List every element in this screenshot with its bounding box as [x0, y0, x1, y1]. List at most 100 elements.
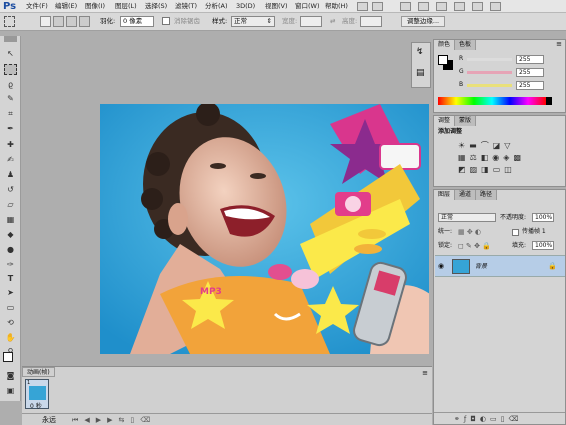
- new-selection-icon[interactable]: [40, 16, 51, 27]
- vibrance-icon[interactable]: ▽: [504, 141, 514, 150]
- tab-channels[interactable]: 通道: [455, 190, 477, 200]
- path-selection-icon[interactable]: ➤: [4, 287, 17, 298]
- clone-stamp-icon[interactable]: ♟: [4, 169, 17, 180]
- menu-edit[interactable]: 编辑(E): [55, 2, 77, 11]
- menu-analysis[interactable]: 分析(A): [205, 2, 228, 11]
- screen-mode-icon[interactable]: [490, 2, 501, 11]
- selective-color-icon[interactable]: ◫: [504, 165, 516, 174]
- history-brush-icon[interactable]: ↺: [4, 184, 17, 195]
- document-canvas[interactable]: MP3: [100, 104, 429, 354]
- zoom-level-icon[interactable]: [400, 2, 411, 11]
- width-input[interactable]: [300, 16, 322, 27]
- delete-layer-icon[interactable]: ⌫: [508, 415, 522, 423]
- healing-brush-icon[interactable]: ✚: [4, 139, 17, 150]
- tween-icon[interactable]: ⇆: [118, 416, 130, 424]
- menu-view[interactable]: 视图(V): [265, 2, 288, 11]
- tab-adjustments[interactable]: 调整: [434, 116, 456, 126]
- history-panel-icon[interactable]: ↯: [416, 47, 424, 57]
- first-frame-icon[interactable]: ⏮: [72, 416, 84, 424]
- foreground-color-swatch[interactable]: [3, 352, 13, 362]
- brightness-icon[interactable]: ☀: [458, 141, 469, 150]
- menu-layer[interactable]: 图层(L): [115, 2, 137, 11]
- unify-icons[interactable]: ▦ ✥ ◐: [458, 228, 488, 236]
- shape-tool-icon[interactable]: ▭: [4, 302, 17, 313]
- threshold-icon[interactable]: ◨: [481, 165, 493, 174]
- blend-mode-select[interactable]: 正常: [438, 213, 496, 222]
- menu-image[interactable]: 图像(I): [85, 2, 105, 11]
- curves-icon[interactable]: ⌒: [481, 141, 493, 150]
- color-balance-icon[interactable]: ⚖: [470, 153, 481, 162]
- invert-icon[interactable]: ◩: [458, 165, 470, 174]
- menu-3d[interactable]: 3D(D): [236, 2, 255, 11]
- tab-animation[interactable]: 动画(帧): [22, 367, 55, 377]
- channel-b-slider[interactable]: [467, 84, 512, 87]
- visibility-eye-icon[interactable]: ◉: [438, 262, 444, 270]
- loop-select[interactable]: 永远: [42, 414, 56, 425]
- eyedropper-icon[interactable]: ✒: [4, 123, 17, 134]
- style-select[interactable]: 正常 ⇕: [231, 16, 275, 27]
- new-group-icon[interactable]: ▭: [490, 415, 501, 423]
- layer-row[interactable]: ◉ 背景 🔒: [435, 255, 565, 277]
- minibridge-icon[interactable]: [372, 2, 383, 11]
- hue-sat-icon[interactable]: ▦: [458, 153, 470, 162]
- tab-color[interactable]: 颜色: [434, 40, 456, 50]
- subtract-selection-icon[interactable]: [66, 16, 77, 27]
- crop-tool-icon[interactable]: ⌗: [4, 108, 17, 119]
- channel-g-input[interactable]: 255: [516, 68, 544, 77]
- tools-panel-grip[interactable]: [4, 36, 17, 42]
- photo-filter-icon[interactable]: ◉: [492, 153, 503, 162]
- pen-tool-icon[interactable]: ✑: [4, 259, 17, 270]
- menu-help[interactable]: 帮助(H): [325, 2, 348, 11]
- menu-select[interactable]: 选择(S): [145, 2, 167, 11]
- channel-g-slider[interactable]: [467, 71, 512, 74]
- new-adjustment-icon[interactable]: ◐: [480, 415, 490, 423]
- lasso-tool-icon[interactable]: ϱ: [4, 79, 17, 90]
- frame-1[interactable]: 1 0 秒: [25, 379, 49, 410]
- hand-tool-icon[interactable]: [418, 2, 429, 11]
- bridge-icon[interactable]: [357, 2, 368, 11]
- menu-window[interactable]: 窗口(W): [295, 2, 320, 11]
- zoom-tool-icon[interactable]: [436, 2, 447, 11]
- prev-frame-icon[interactable]: ◀: [84, 416, 95, 424]
- spectrum-black-swatch[interactable]: [546, 97, 552, 105]
- hand-tool-icon-2[interactable]: ✋: [4, 332, 17, 343]
- type-tool-icon[interactable]: T: [4, 273, 17, 284]
- antialias-checkbox[interactable]: [162, 17, 170, 25]
- color-fg-swatch[interactable]: [438, 55, 448, 65]
- height-input[interactable]: [360, 16, 382, 27]
- next-frame-icon[interactable]: ▶: [107, 416, 118, 424]
- add-selection-icon[interactable]: [53, 16, 64, 27]
- tab-swatches[interactable]: 色板: [455, 40, 477, 50]
- rectangular-marquee-icon[interactable]: [4, 64, 17, 75]
- channel-b-input[interactable]: 255: [516, 81, 544, 90]
- menu-filter[interactable]: 滤镜(T): [175, 2, 197, 11]
- eraser-icon[interactable]: ▱: [4, 199, 17, 210]
- brush-tool-icon[interactable]: ✍: [4, 154, 17, 165]
- color-spectrum-bar[interactable]: [438, 97, 546, 105]
- refine-edge-button[interactable]: 调整边缘...: [401, 16, 445, 27]
- exposure-icon[interactable]: ◪: [493, 141, 505, 150]
- intersect-selection-icon[interactable]: [79, 16, 90, 27]
- arrange-documents-icon[interactable]: [472, 2, 483, 11]
- tab-layers[interactable]: 图层: [434, 190, 456, 200]
- channel-r-input[interactable]: 255: [516, 55, 544, 64]
- tab-masks[interactable]: 蒙版: [455, 116, 477, 126]
- gradient-tool-icon[interactable]: ▦: [4, 214, 17, 225]
- menu-file[interactable]: 文件(F): [26, 2, 48, 11]
- channel-mixer-icon[interactable]: ◈: [503, 153, 513, 162]
- bw-icon[interactable]: ◧: [481, 153, 493, 162]
- screen-mode-tool-icon[interactable]: ▣: [4, 385, 17, 396]
- blur-tool-icon[interactable]: ◆: [4, 229, 17, 240]
- feather-input[interactable]: 0 像素: [120, 16, 154, 27]
- rotate-view-icon[interactable]: [454, 2, 465, 11]
- frame-delay[interactable]: 0 秒: [30, 401, 42, 410]
- timeline-menu-icon[interactable]: ≡: [422, 369, 428, 377]
- quick-selection-icon[interactable]: ✎: [4, 93, 17, 104]
- actions-panel-icon[interactable]: ▤: [416, 68, 425, 78]
- gradient-map-icon[interactable]: ▭: [493, 165, 505, 174]
- tab-paths[interactable]: 路径: [476, 190, 498, 200]
- fill-input[interactable]: 100%: [532, 241, 554, 250]
- link-layers-icon[interactable]: ⚭: [454, 415, 464, 423]
- duplicate-frame-icon[interactable]: ▯: [130, 416, 140, 424]
- swap-icon[interactable]: ⇄: [330, 17, 335, 26]
